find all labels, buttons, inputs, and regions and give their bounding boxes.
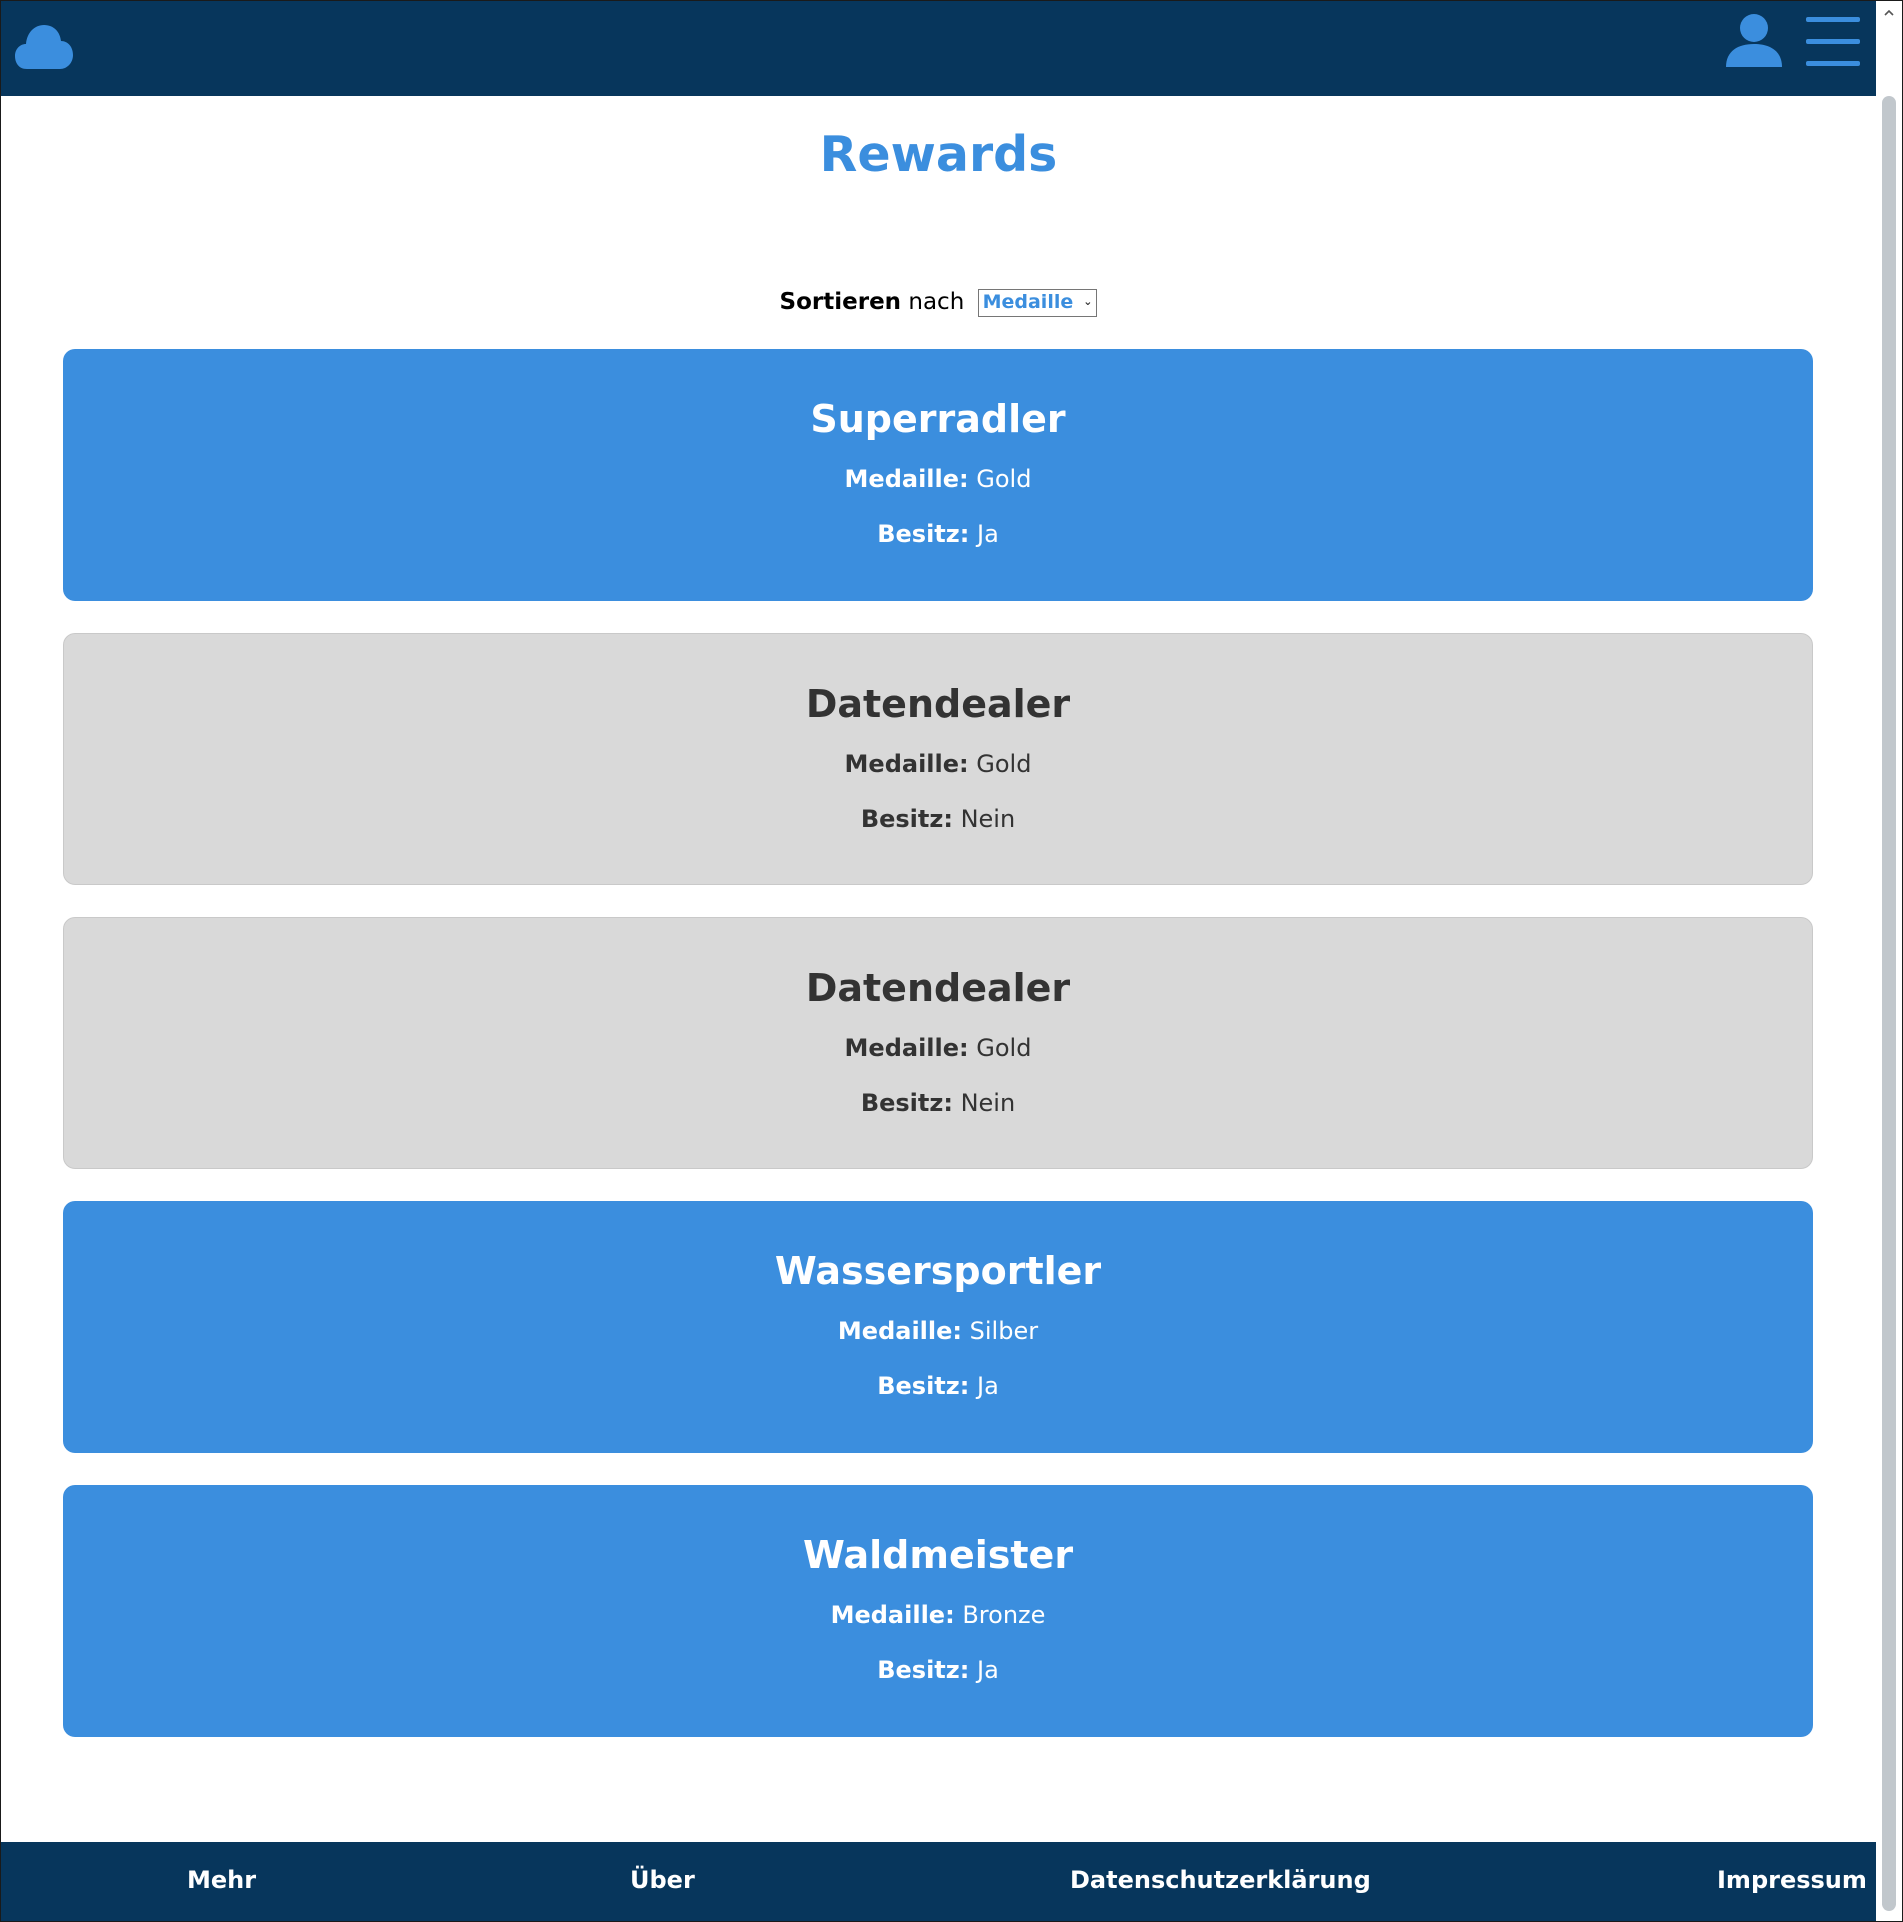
- scrollbar-thumb[interactable]: [1882, 96, 1896, 1911]
- owned-label: Besitz:: [860, 805, 953, 833]
- rewards-list: Superradler Medaille: Gold Besitz: Ja Da…: [63, 349, 1813, 1769]
- medal-label: Medaille:: [830, 1601, 955, 1629]
- cloud-icon[interactable]: [15, 19, 73, 73]
- reward-name: Superradler: [810, 397, 1066, 441]
- reward-name: Waldmeister: [802, 1533, 1074, 1577]
- owned-label: Besitz:: [877, 1372, 970, 1400]
- owned-value: Ja: [976, 1656, 999, 1684]
- sort-select[interactable]: Medaille ⌄: [977, 288, 1098, 317]
- medal-value: Silber: [969, 1317, 1039, 1345]
- page-title: Rewards: [819, 126, 1058, 183]
- reward-owned: Besitz: Ja: [63, 519, 1813, 549]
- footer-link-datenschutz[interactable]: Datenschutzerklärung: [1070, 1866, 1371, 1894]
- owned-label: Besitz:: [877, 1656, 970, 1684]
- medal-value: Gold: [976, 750, 1032, 778]
- owned-value: Ja: [976, 520, 999, 548]
- reward-card[interactable]: Waldmeister Medaille: Bronze Besitz: Ja: [63, 1485, 1813, 1737]
- medal-label: Medaille:: [844, 1034, 969, 1062]
- reward-name: Datendealer: [805, 966, 1071, 1010]
- reward-card[interactable]: Superradler Medaille: Gold Besitz: Ja: [63, 349, 1813, 601]
- reward-name: Datendealer: [805, 682, 1071, 726]
- sort-control: Sortieren nach Medaille ⌄: [1, 287, 1876, 317]
- scroll-up-arrow-icon[interactable]: [1883, 7, 1895, 19]
- reward-card[interactable]: Datendealer Medaille: Gold Besitz: Nein: [63, 633, 1813, 885]
- app-frame: Rewards Sortieren nach Medaille ⌄ Superra…: [0, 0, 1903, 1922]
- owned-value: Nein: [960, 805, 1016, 833]
- user-icon[interactable]: [1724, 13, 1784, 67]
- chevron-down-icon: ⌄: [1083, 295, 1093, 308]
- reward-owned: Besitz: Ja: [63, 1371, 1813, 1401]
- medal-label: Medaille:: [844, 465, 969, 493]
- footer-link-mehr[interactable]: Mehr: [187, 1866, 256, 1894]
- reward-medal: Medaille: Gold: [64, 1033, 1812, 1063]
- owned-value: Ja: [976, 1372, 999, 1400]
- medal-value: Gold: [976, 1034, 1032, 1062]
- medal-value: Gold: [976, 465, 1032, 493]
- reward-card[interactable]: Wassersportler Medaille: Silber Besitz: …: [63, 1201, 1813, 1453]
- reward-owned: Besitz: Nein: [64, 804, 1812, 834]
- owned-value: Nein: [960, 1089, 1016, 1117]
- medal-value: Bronze: [962, 1601, 1046, 1629]
- reward-name: Wassersportler: [774, 1249, 1102, 1293]
- reward-medal: Medaille: Gold: [63, 464, 1813, 494]
- top-navigation-bar: [1, 1, 1876, 96]
- medal-label: Medaille:: [837, 1317, 962, 1345]
- reward-medal: Medaille: Bronze: [63, 1600, 1813, 1630]
- footer-link-ueber[interactable]: Über: [630, 1866, 695, 1894]
- medal-label: Medaille:: [844, 750, 969, 778]
- reward-medal: Medaille: Silber: [63, 1316, 1813, 1346]
- sort-select-value: Medaille: [982, 290, 1074, 313]
- reward-medal: Medaille: Gold: [64, 749, 1812, 779]
- reward-card[interactable]: Datendealer Medaille: Gold Besitz: Nein: [63, 917, 1813, 1169]
- owned-label: Besitz:: [860, 1089, 953, 1117]
- footer-link-impressum[interactable]: Impressum: [1717, 1866, 1867, 1894]
- sort-label-suffix: nach: [908, 289, 965, 315]
- footer-bar: Mehr Über Datenschutzerklärung Impressum: [1, 1842, 1876, 1921]
- sort-label: Sortieren: [779, 289, 902, 315]
- reward-owned: Besitz: Nein: [64, 1088, 1812, 1118]
- reward-owned: Besitz: Ja: [63, 1655, 1813, 1685]
- owned-label: Besitz:: [877, 520, 970, 548]
- hamburger-menu-icon[interactable]: [1806, 15, 1860, 67]
